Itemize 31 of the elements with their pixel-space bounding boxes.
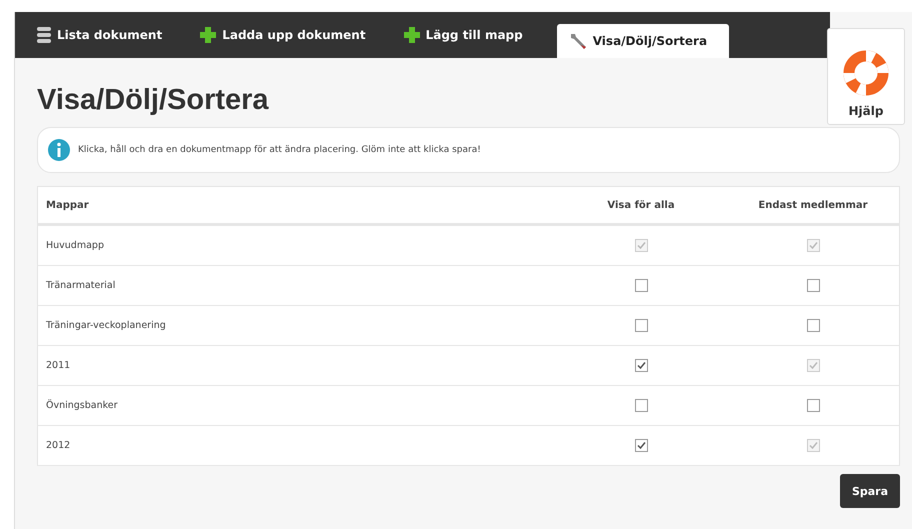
folder-cell: Tränarmaterial — [38, 266, 555, 306]
checkbox[interactable] — [634, 279, 648, 292]
column-header: Visa för alla — [555, 186, 727, 224]
folder-cell: 2011 — [38, 346, 555, 386]
checkbox[interactable] — [634, 399, 648, 412]
nav-tab[interactable]: Lägg till mapp — [392, 16, 545, 54]
folder-cell: Övningsbanker — [38, 386, 555, 426]
checkbox[interactable] — [634, 319, 648, 332]
info-icon — [48, 139, 70, 161]
column-header: Mappar — [38, 186, 555, 224]
folder-cell: Huvudmapp — [38, 224, 555, 266]
folder-cell: Träningar-veckoplanering — [38, 306, 555, 346]
checkbox[interactable] — [806, 279, 820, 292]
checkbox[interactable] — [634, 359, 648, 372]
help-button[interactable]: Hjälp — [827, 28, 905, 125]
checkbox[interactable] — [634, 439, 648, 452]
plus-icon — [404, 27, 420, 43]
wrench-icon — [568, 33, 587, 49]
lifebuoy-icon — [843, 50, 889, 96]
checkbox[interactable] — [806, 399, 820, 412]
nav-tab[interactable]: Ladda upp dokument — [188, 16, 388, 54]
column-header: Endast medlemmar — [727, 186, 900, 224]
folder-cell: 2012 — [38, 426, 555, 466]
save-button[interactable]: Spara — [840, 474, 900, 508]
database-icon — [37, 27, 51, 43]
nav-tab[interactable]: Lista dokument — [25, 16, 184, 54]
nav-tab[interactable]: Visa/Dölj/Sortera — [556, 24, 730, 58]
info-text: Klicka, håll och dra en dokumentmapp för att ändra placering. Glöm inte att klicka spara! — [78, 145, 481, 155]
plus-icon — [200, 27, 216, 43]
checkbox[interactable] — [806, 319, 820, 332]
page-heading: Visa/Dölj/Sortera — [37, 83, 269, 118]
